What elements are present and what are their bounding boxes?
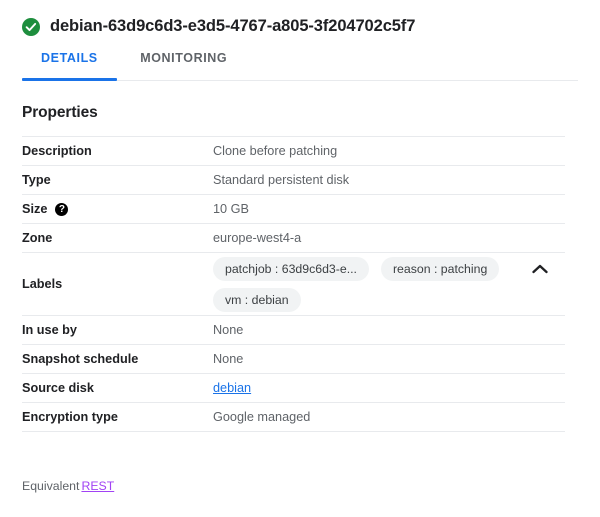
equivalent-rest-footer: Equivalent REST [0,479,600,493]
label-chip-patchjob[interactable]: patchjob : 63d9c6d3-e... [213,256,369,281]
row-value-zone: europe-west4-a [213,231,302,245]
tab-monitoring[interactable]: MONITORING [121,46,246,76]
row-key-type: Type [22,173,51,187]
row-key-snapshot-schedule: Snapshot schedule [22,352,139,366]
row-key-size: Size ? [22,195,213,224]
row-key-labels: Labels [22,277,63,291]
page-title: debian-63d9c6d3-e3d5-4767-a805-3f204702c… [50,17,416,35]
row-value-in-use-by: None [213,323,244,337]
label-chip-reason[interactable]: reason : patching [380,256,500,281]
row-value-size: 10 GB [213,202,249,216]
row-value-labels: patchjob : 63d9c6d3-e... reason : patchi… [213,253,565,316]
table-row: Size ? 10 GB [22,194,565,224]
properties-table: Description Clone before patching Type S… [22,136,565,432]
table-row-labels: Labels patchjob : 63d9c6d3-e... reason :… [22,252,565,316]
labels-chip-list: patchjob : 63d9c6d3-e... reason : patchi… [213,254,513,315]
rest-link[interactable]: REST [81,479,114,493]
table-row: Source disk debian [22,373,565,403]
row-key-description: Description [22,144,92,158]
tab-bar: DETAILS MONITORING [0,46,600,81]
table-row: Snapshot schedule None [22,344,565,374]
help-icon[interactable]: ? [55,202,69,216]
row-key-zone: Zone [22,231,53,245]
row-key-in-use-by: In use by [22,323,77,337]
label-chip-vm[interactable]: vm : debian [213,287,301,312]
table-row: Description Clone before patching [22,136,565,166]
row-value-type: Standard persistent disk [213,173,350,187]
page-header: debian-63d9c6d3-e3d5-4767-a805-3f204702c… [0,0,600,36]
row-value-encryption-type: Google managed [213,410,311,424]
source-disk-link[interactable]: debian [213,381,251,395]
table-row: Type Standard persistent disk [22,165,565,195]
chevron-up-icon[interactable] [527,256,553,282]
check-circle-icon [22,17,40,36]
row-value-description: Clone before patching [213,144,338,158]
table-row: Zone europe-west4-a [22,223,565,253]
page-section-title: Properties [22,104,98,121]
row-key-source-disk: Source disk [22,381,94,395]
table-row: Encryption type Google managed [22,402,565,432]
tab-details[interactable]: DETAILS [22,46,117,81]
table-row: In use by None [22,315,565,345]
row-value-source-disk: debian [213,374,565,403]
row-key-size-label: Size [22,202,48,216]
equivalent-label: Equivalent [22,479,80,493]
row-key-encryption-type: Encryption type [22,410,118,424]
row-value-snapshot-schedule: None [213,352,244,366]
